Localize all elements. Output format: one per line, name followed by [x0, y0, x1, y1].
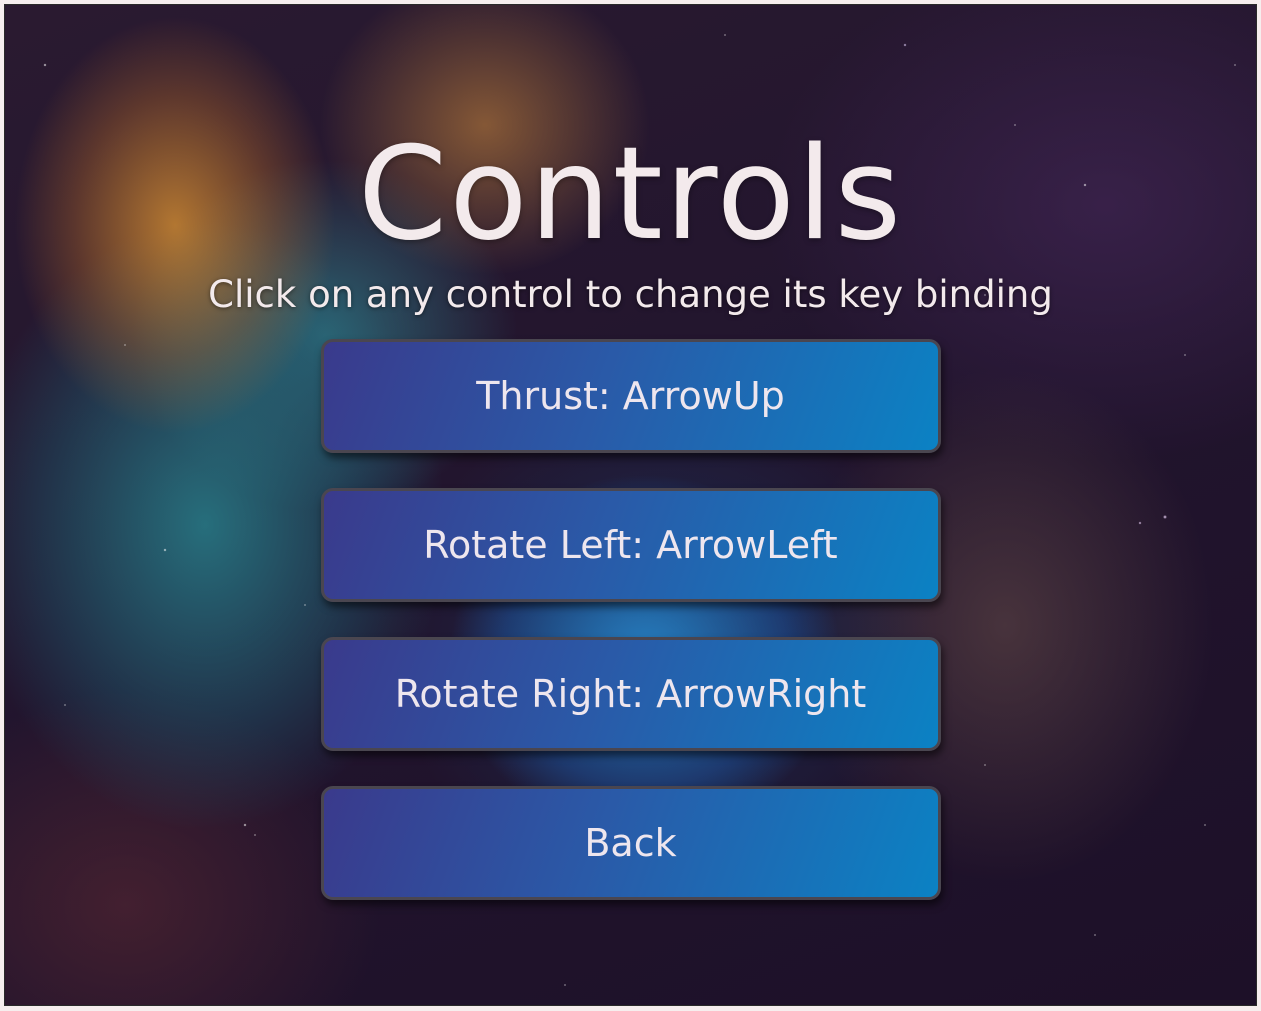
rotate-left-binding-button[interactable]: Rotate Left: ArrowLeft — [320, 488, 941, 602]
rotate-right-binding-button[interactable]: Rotate Right: ArrowRight — [320, 637, 941, 751]
page-title: Controls — [357, 120, 904, 269]
controls-screen: Controls Click on any control to change … — [5, 5, 1256, 1005]
thrust-binding-button[interactable]: Thrust: ArrowUp — [320, 339, 941, 453]
instructions-text: Click on any control to change its key b… — [208, 273, 1053, 316]
game-viewport: Controls Click on any control to change … — [4, 4, 1257, 1006]
back-button[interactable]: Back — [320, 786, 941, 900]
controls-menu: Thrust: ArrowUp Rotate Left: ArrowLeft R… — [320, 339, 941, 900]
